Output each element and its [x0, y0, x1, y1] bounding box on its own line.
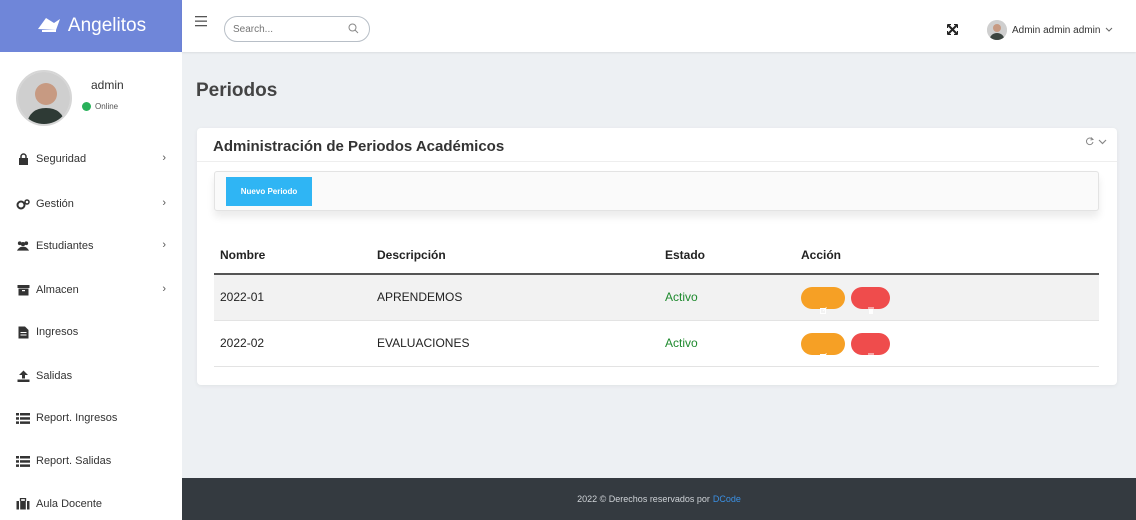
cell-estado: Activo — [665, 336, 698, 350]
user-status: Online — [82, 102, 118, 111]
card-divider — [197, 161, 1117, 162]
angel-logo-icon — [36, 15, 62, 38]
edit-icon — [819, 302, 827, 317]
edit-button[interactable] — [801, 287, 845, 314]
archive-icon — [16, 283, 30, 297]
footer-link[interactable]: DCode — [713, 494, 741, 504]
chevron-right-icon: › — [162, 152, 166, 164]
search-box — [224, 16, 370, 42]
user-panel: admin Online — [10, 70, 170, 130]
sidebar-item-label: Report. Ingresos — [36, 412, 118, 424]
status-label: Online — [95, 102, 119, 111]
chevron-right-icon: › — [162, 239, 166, 251]
sidebar-item-label: Almacen — [36, 284, 79, 296]
table-row: 2022-01 APRENDEMOS Activo — [214, 275, 1099, 321]
card-tools — [1085, 137, 1107, 149]
trash-icon — [867, 348, 874, 363]
sidebar-item-seguridad[interactable]: Seguridad › — [0, 144, 182, 174]
trash-icon — [867, 302, 874, 317]
sidebar-item-estudiantes[interactable]: Estudiantes › — [0, 231, 182, 261]
topbar: Admin admin admin — [182, 0, 1136, 52]
list-icon — [16, 411, 30, 425]
sidebar: admin Online Seguridad › Gestión › Estud… — [0, 52, 182, 520]
edit-icon — [819, 348, 827, 363]
sidebar-item-label: Seguridad — [36, 153, 87, 165]
column-header-estado: Estado — [665, 248, 706, 262]
delete-button[interactable] — [851, 333, 890, 360]
users-icon — [16, 239, 30, 253]
sidebar-item-label: Gestión — [36, 198, 74, 210]
periods-table: Nombre Descripción Estado Acción 2022-01… — [214, 236, 1099, 367]
user-name: admin — [91, 78, 124, 92]
sidebar-item-almacen[interactable]: Almacen › — [0, 275, 182, 305]
brand-name: Angelitos — [67, 15, 147, 36]
periodos-card: Administración de Periodos Académicos Nu… — [197, 128, 1117, 385]
cell-descripcion: EVALUACIONES — [377, 336, 470, 350]
list-icon — [16, 454, 30, 468]
search-input[interactable] — [233, 23, 343, 35]
chevron-right-icon: › — [162, 197, 166, 209]
cell-descripcion: APRENDEMOS — [377, 290, 463, 304]
sidebar-item-label: Aula Docente — [36, 498, 103, 510]
file-icon — [16, 325, 30, 339]
column-header-accion: Acción — [801, 248, 842, 262]
cell-estado: Activo — [665, 290, 698, 304]
user-menu[interactable]: Admin admin admin — [987, 20, 1113, 40]
table-row: 2022-02 EVALUACIONES Activo — [214, 321, 1099, 367]
card-toolbar: Nuevo Periodo — [214, 171, 1099, 211]
sidebar-item-label: Estudiantes — [36, 240, 94, 252]
chevron-down-icon — [1105, 25, 1113, 36]
search-icon[interactable] — [348, 23, 359, 37]
menu-toggle-icon[interactable] — [195, 16, 207, 28]
cogs-icon — [16, 197, 30, 211]
sidebar-item-ingresos[interactable]: Ingresos — [0, 317, 182, 347]
column-header-descripcion: Descripción — [377, 248, 446, 262]
sidebar-item-report-salidas[interactable]: Report. Salidas — [0, 446, 182, 476]
card-title: Administración de Periodos Académicos — [213, 138, 505, 155]
refresh-icon[interactable] — [1085, 137, 1095, 149]
sidebar-item-aula-docente[interactable]: Aula Docente — [0, 489, 182, 519]
brand-logo[interactable]: Angelitos — [0, 0, 182, 52]
fullscreen-icon[interactable] — [946, 23, 959, 38]
briefcase-icon — [16, 497, 30, 511]
new-period-button[interactable]: Nuevo Periodo — [226, 177, 312, 206]
sidebar-item-gestion[interactable]: Gestión › — [0, 189, 182, 219]
sidebar-item-label: Report. Salidas — [36, 455, 112, 467]
avatar — [987, 20, 1007, 40]
online-dot-icon — [82, 102, 91, 111]
footer-text: 2022 © Derechos reservados por — [577, 494, 710, 504]
avatar — [16, 70, 72, 126]
upload-icon — [16, 369, 30, 383]
delete-button[interactable] — [851, 287, 890, 314]
cell-nombre: 2022-02 — [220, 336, 265, 350]
sidebar-item-report-ingresos[interactable]: Report. Ingresos — [0, 403, 182, 433]
table-header: Nombre Descripción Estado Acción — [214, 236, 1099, 275]
collapse-icon[interactable] — [1098, 137, 1107, 149]
cell-nombre: 2022-01 — [220, 290, 265, 304]
chevron-right-icon: › — [162, 283, 166, 295]
edit-button[interactable] — [801, 333, 845, 360]
lock-icon — [16, 152, 30, 166]
user-menu-label: Admin admin admin — [1012, 24, 1101, 36]
sidebar-item-label: Ingresos — [36, 326, 79, 338]
footer: 2022 © Derechos reservados por DCode — [182, 478, 1136, 520]
page-title: Periodos — [196, 80, 278, 101]
column-header-nombre: Nombre — [220, 248, 266, 262]
sidebar-item-label: Salidas — [36, 370, 73, 382]
sidebar-item-salidas[interactable]: Salidas — [0, 361, 182, 391]
